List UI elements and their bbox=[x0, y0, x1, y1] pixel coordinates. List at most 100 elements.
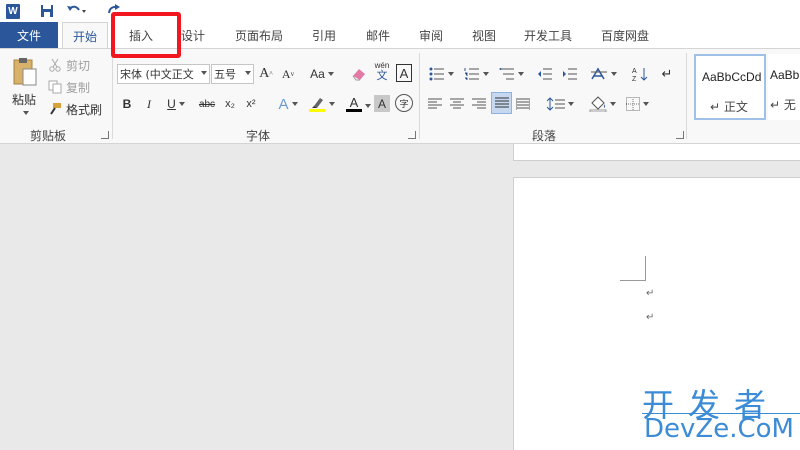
strikethrough-button[interactable]: abc bbox=[196, 94, 218, 114]
cut-label: 剪切 bbox=[66, 58, 91, 73]
chevron-down-icon[interactable] bbox=[365, 104, 371, 108]
character-border-icon: A bbox=[399, 65, 409, 81]
tab-references[interactable]: 引用 bbox=[306, 22, 342, 48]
chevron-down-icon bbox=[178, 102, 185, 106]
decrease-indent-button[interactable] bbox=[535, 64, 555, 84]
tab-view[interactable]: 视图 bbox=[466, 22, 502, 48]
undo-icon[interactable] bbox=[66, 1, 88, 21]
chevron-down-icon bbox=[201, 71, 207, 75]
distributed-button[interactable] bbox=[515, 94, 531, 114]
increase-indent-button[interactable] bbox=[560, 64, 580, 84]
format-painter-icon bbox=[48, 102, 62, 116]
format-painter-button[interactable]: 格式刷 bbox=[48, 100, 102, 118]
paste-label[interactable]: 粘贴 bbox=[12, 91, 36, 108]
chevron-down-icon bbox=[517, 72, 524, 76]
tab-page-layout[interactable]: 页面布局 bbox=[230, 22, 288, 48]
borders-button[interactable] bbox=[622, 94, 652, 114]
align-right-button[interactable] bbox=[471, 94, 487, 114]
tab-baidu-netdisk[interactable]: 百度网盘 bbox=[594, 22, 656, 48]
sort-icon: AZ bbox=[632, 68, 648, 82]
chevron-down-icon bbox=[482, 72, 489, 76]
font-size-value: 五号 bbox=[214, 68, 236, 81]
bold-icon: B bbox=[122, 97, 132, 111]
strikethrough-icon: abc bbox=[198, 98, 216, 110]
align-center-icon bbox=[450, 98, 464, 109]
increase-indent-icon bbox=[563, 68, 577, 80]
paste-icon[interactable] bbox=[12, 57, 38, 87]
clipboard-launcher-icon[interactable] bbox=[101, 131, 109, 139]
chevron-down-icon bbox=[609, 102, 616, 106]
justify-button[interactable] bbox=[491, 92, 512, 114]
font-color-icon: A bbox=[349, 95, 359, 110]
bullets-button[interactable] bbox=[427, 64, 455, 84]
text-effects-button[interactable]: A bbox=[274, 94, 302, 114]
chevron-down-icon bbox=[447, 72, 454, 76]
grow-font-button[interactable]: A ^ bbox=[258, 64, 274, 84]
show-paragraph-marks-button[interactable]: ↵ bbox=[660, 64, 674, 84]
chevron-down-icon bbox=[642, 102, 649, 106]
paragraph-launcher-icon[interactable] bbox=[676, 131, 684, 139]
font-size-combo[interactable]: 五号 bbox=[211, 64, 254, 84]
tab-developer[interactable]: 开发工具 bbox=[517, 22, 579, 48]
align-center-button[interactable] bbox=[449, 94, 465, 114]
change-case-button[interactable]: Aa bbox=[306, 64, 338, 84]
bold-button[interactable]: B bbox=[120, 94, 134, 114]
paste-dropdown-arrow[interactable] bbox=[23, 111, 29, 115]
copy-label: 复制 bbox=[66, 80, 91, 95]
chevron-down-icon bbox=[291, 102, 298, 106]
tab-review[interactable]: 审阅 bbox=[413, 22, 449, 48]
shading-button[interactable] bbox=[587, 94, 617, 114]
italic-icon: I bbox=[147, 96, 151, 111]
chinese-layout-button[interactable] bbox=[588, 64, 618, 84]
phonetic-guide-icon: 文 bbox=[376, 70, 388, 82]
superscript-button[interactable]: x² bbox=[243, 94, 259, 114]
paragraph-mark: ↵ bbox=[646, 288, 655, 299]
distributed-icon bbox=[516, 98, 530, 110]
align-left-button[interactable] bbox=[427, 94, 443, 114]
shrink-font-button[interactable]: Av bbox=[280, 64, 296, 84]
save-icon[interactable] bbox=[38, 1, 56, 21]
cut-button[interactable]: 剪切 bbox=[48, 56, 90, 74]
tab-home[interactable]: 开始 bbox=[62, 22, 108, 49]
decrease-indent-icon bbox=[538, 68, 552, 80]
character-border-button[interactable]: A bbox=[396, 64, 412, 82]
align-right-icon bbox=[472, 98, 486, 109]
clipboard-group-label: 剪贴板 bbox=[30, 129, 67, 143]
phonetic-label: wén bbox=[374, 61, 390, 70]
word-icon[interactable]: W bbox=[4, 1, 22, 21]
align-left-icon bbox=[428, 98, 442, 109]
style-name: ↵ 无 bbox=[770, 98, 796, 112]
style-no-spacing[interactable]: AaBb ↵ 无 bbox=[768, 54, 800, 120]
multilevel-list-button[interactable] bbox=[497, 64, 525, 84]
font-name-combo[interactable]: 宋体 (中文正文 bbox=[117, 64, 210, 84]
style-normal[interactable]: AaBbCcDd ↵ 正文 bbox=[694, 54, 766, 120]
line-spacing-button[interactable] bbox=[545, 94, 575, 114]
copy-button[interactable]: 复制 bbox=[48, 78, 90, 96]
numbering-icon bbox=[464, 68, 479, 80]
font-color-button[interactable]: A bbox=[340, 94, 368, 114]
phonetic-guide-button[interactable]: wén 文 bbox=[373, 61, 391, 83]
highlight-button[interactable] bbox=[306, 94, 336, 114]
tab-design[interactable]: 设计 bbox=[178, 22, 208, 48]
justify-icon bbox=[494, 97, 509, 108]
change-case-icon: Aa bbox=[310, 67, 325, 81]
tab-mailings[interactable]: 邮件 bbox=[360, 22, 396, 48]
enclose-characters-button[interactable]: 字 bbox=[395, 94, 413, 112]
numbering-button[interactable] bbox=[462, 64, 490, 84]
character-shading-button[interactable]: A bbox=[374, 95, 390, 112]
styles-gallery: AaBbCcDd ↵ 正文 AaBb ↵ 无 bbox=[690, 54, 800, 124]
subscript-button[interactable]: x₂ bbox=[222, 94, 238, 114]
font-color-bar bbox=[346, 109, 362, 112]
underline-button[interactable]: U bbox=[164, 94, 188, 114]
subscript-icon: x₂ bbox=[225, 98, 235, 110]
scissors-icon bbox=[48, 58, 62, 72]
clear-format-button[interactable] bbox=[350, 64, 368, 84]
group-separator bbox=[112, 53, 113, 139]
paragraph-mark-icon: ↵ bbox=[661, 66, 673, 81]
font-group-label: 字体 bbox=[246, 129, 271, 143]
italic-button[interactable]: I bbox=[142, 94, 156, 114]
tab-file[interactable]: 文件 bbox=[0, 22, 58, 48]
font-launcher-icon[interactable] bbox=[408, 131, 416, 139]
sort-button[interactable]: AZ bbox=[631, 64, 649, 84]
chevron-down-icon bbox=[245, 71, 251, 75]
